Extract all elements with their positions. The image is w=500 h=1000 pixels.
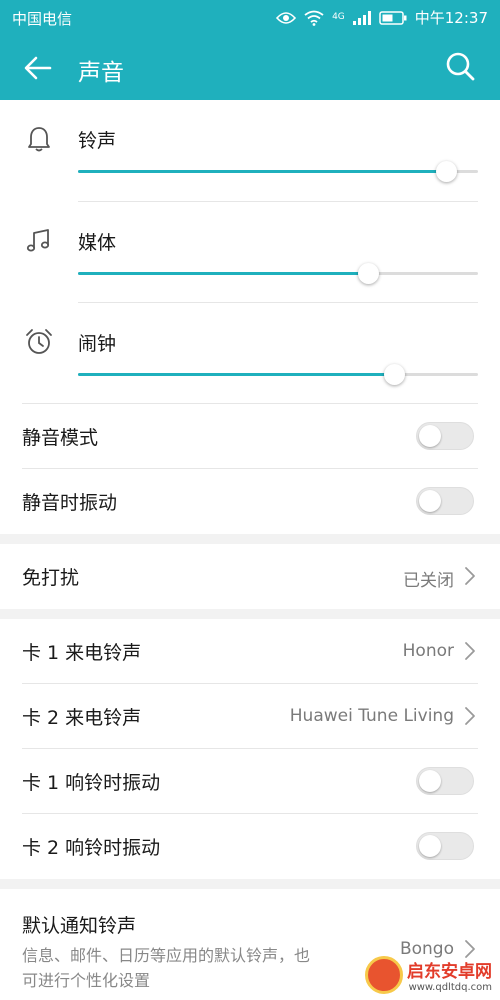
sim2-ringtone-value: Huawei Tune Living (289, 706, 454, 726)
sim-section: 卡 1 来电铃声 Honor 卡 2 来电铃声 Huawei Tune Livi… (0, 619, 500, 879)
vibrate-when-silent-row[interactable]: 静音时振动 (0, 469, 500, 534)
app-bar: 声音 (0, 34, 500, 100)
page-title: 声音 (78, 60, 124, 86)
dnd-label: 免打扰 (22, 567, 80, 589)
chevron-right-icon (465, 567, 475, 585)
sim1-vibrate-label: 卡 1 响铃时振动 (22, 772, 161, 794)
music-note-icon (26, 229, 50, 252)
notification-ringtone-description: 信息、邮件、日历等应用的默认铃声，也可进行个性化设置 (22, 946, 311, 990)
watermark-logo-icon (365, 956, 403, 994)
ringtone-volume-thumb[interactable] (436, 161, 457, 182)
chevron-right-icon (465, 642, 475, 660)
silent-mode-toggle[interactable] (416, 422, 474, 450)
sim1-ringtone-row[interactable]: 卡 1 来电铃声 Honor (0, 619, 500, 684)
sim1-ringtone-value: Honor (402, 641, 454, 661)
dnd-section: 免打扰 已关闭 (0, 544, 500, 609)
toggle-knob (419, 835, 441, 857)
sim2-vibrate-row[interactable]: 卡 2 响铃时振动 (0, 814, 500, 879)
silent-mode-label: 静音模式 (22, 427, 99, 449)
dnd-value: 已关闭 (403, 571, 454, 591)
status-bar: 中国电信 4G 中午12:37 (0, 0, 500, 34)
signal-icon (352, 10, 371, 25)
sim2-ringtone-label: 卡 2 来电铃声 (22, 707, 142, 729)
alarm-volume-row: 闹钟 (0, 303, 500, 404)
silent-mode-row[interactable]: 静音模式 (0, 404, 500, 469)
carrier-name: 中国电信 (12, 10, 73, 28)
alarm-clock-icon (26, 329, 52, 354)
ringtone-volume-label: 铃声 (78, 130, 117, 152)
alarm-volume-thumb[interactable] (384, 364, 405, 385)
media-volume-slider[interactable] (78, 263, 478, 284)
sim1-vibrate-row[interactable]: 卡 1 响铃时振动 (0, 749, 500, 814)
bell-icon (28, 127, 50, 152)
volume-section: 铃声 媒体 闹钟 静音模式 静音时振动 (0, 100, 500, 534)
media-volume-label: 媒体 (78, 232, 117, 254)
ringtone-volume-fill (78, 170, 446, 173)
status-icons: 4G 中午12:37 (276, 7, 488, 28)
back-arrow-icon[interactable] (22, 52, 54, 84)
alarm-volume-fill (78, 373, 394, 376)
alarm-volume-slider[interactable] (78, 364, 478, 385)
chevron-right-icon (465, 707, 475, 725)
sim1-ringtone-label: 卡 1 来电铃声 (22, 642, 142, 664)
battery-icon (379, 10, 407, 25)
sim1-vibrate-toggle[interactable] (416, 767, 474, 795)
toggle-knob (419, 770, 441, 792)
sim2-vibrate-label: 卡 2 响铃时振动 (22, 837, 161, 859)
network-type-label: 4G (332, 12, 345, 22)
alarm-volume-label: 闹钟 (78, 333, 117, 355)
watermark-title: 启东安卓网 (407, 962, 492, 982)
ringtone-volume-slider[interactable] (78, 161, 478, 182)
toggle-knob (419, 490, 441, 512)
media-volume-thumb[interactable] (358, 263, 379, 284)
media-volume-fill (78, 272, 368, 275)
sim2-ringtone-row[interactable]: 卡 2 来电铃声 Huawei Tune Living (0, 684, 500, 749)
dnd-row[interactable]: 免打扰 已关闭 (0, 544, 500, 609)
eye-icon (276, 11, 297, 24)
vibrate-when-silent-label: 静音时振动 (22, 492, 118, 514)
notification-ringtone-label: 默认通知铃声 (22, 915, 137, 937)
ringtone-volume-row: 铃声 (0, 100, 500, 201)
site-watermark: 启东安卓网 www.qdltdq.com (365, 956, 492, 994)
search-icon[interactable] (444, 50, 476, 82)
wifi-icon (304, 10, 324, 26)
sim2-vibrate-toggle[interactable] (416, 832, 474, 860)
watermark-url: www.qdltdq.com (408, 982, 492, 993)
toggle-knob (419, 425, 441, 447)
media-volume-row: 媒体 (0, 202, 500, 303)
clock-time: 中午12:37 (414, 9, 488, 27)
vibrate-when-silent-toggle[interactable] (416, 487, 474, 515)
